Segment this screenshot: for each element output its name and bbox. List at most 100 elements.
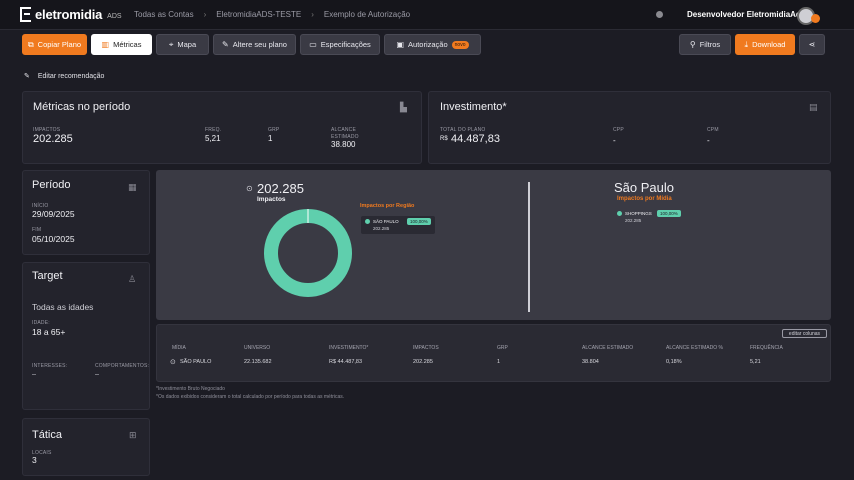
copy-icon: ⧉ (27, 39, 34, 49)
filter-icon: ⚲ (689, 40, 696, 49)
top-bar: eletromidia ADS Todas as Contas › Eletro… (0, 0, 854, 30)
investment-card-title: Investimento* (440, 101, 507, 113)
reach-label: ALCANCE (331, 127, 357, 133)
table-header: IMPACTOS (413, 345, 439, 351)
region-title: Impactos por Região (360, 203, 415, 209)
legend-dot-icon (617, 211, 622, 216)
table-header: INVESTIMENTO* (329, 345, 369, 351)
table-header: ALCANCE ESTIMADO (582, 345, 634, 351)
tactic-card (22, 418, 150, 476)
media-item-label: SHOPPINGS (625, 211, 652, 216)
tab-map-label: Mapa (177, 40, 197, 49)
table-header: ALCANCE ESTIMADO % (666, 345, 723, 351)
authorization-icon: ▣ (396, 40, 405, 49)
share-icon: ⋖ (808, 40, 816, 49)
edit-recommendation-label: Editar recomendação (37, 72, 105, 80)
media-table (156, 324, 831, 382)
table-cell: SÃO PAULO (180, 359, 212, 365)
donut-slice-são-paulo[interactable] (264, 209, 352, 297)
share-button[interactable]: ⋖ (799, 34, 825, 55)
impacts-value: 202.285 (33, 133, 73, 145)
table-cell: 202.285 (413, 359, 433, 365)
tab-specs[interactable]: ▭ Especificações (300, 34, 380, 55)
cpm-label: CPM (707, 127, 719, 133)
download-button[interactable]: ⤓ Download (735, 34, 795, 55)
status-dot-icon (656, 11, 663, 18)
tab-metrics-label: Métricas (113, 40, 142, 49)
edit-columns-button[interactable]: editar colunas (782, 329, 827, 338)
table-header: GRP (497, 345, 508, 351)
target-card-title: Target (32, 270, 63, 282)
logo-text: eletromidia (35, 7, 103, 22)
download-icon: ⤓ (744, 39, 749, 49)
table-cell: 0,18% (666, 359, 682, 365)
tab-edit-plan[interactable]: ✎ Altere seu plano (213, 34, 296, 55)
grp-value: 1 (268, 134, 273, 143)
table-cell: R$ 44.487,83 (329, 359, 363, 365)
avatar-badge-icon (811, 14, 820, 23)
breadcrumb-separator-icon: › (203, 10, 207, 19)
table-header: UNIVERSO (244, 345, 271, 351)
tab-map[interactable]: ⌖ Mapa (156, 34, 209, 55)
filters-button[interactable]: ⚲ Filtros (679, 34, 731, 55)
breadcrumb: Todas as Contas › EletromidiaADS-TESTE ›… (134, 10, 410, 19)
currency-symbol: R$ (440, 136, 448, 142)
user-name[interactable]: Desenvolvedor EletromidiaAds (687, 10, 805, 19)
behaviors-value: -- (95, 372, 99, 378)
freq-value: 5,21 (205, 134, 221, 143)
city-title: São Paulo (614, 180, 674, 195)
interests-value: -- (32, 372, 36, 378)
table-header: FREQUÊNCIA (750, 345, 783, 351)
chart-total-label: Impactos (257, 196, 286, 203)
logo-icon (20, 7, 31, 22)
cpp-value: - (613, 136, 616, 145)
breadcrumb-item[interactable]: Exemplo de Autorização (324, 10, 410, 19)
tactic-card-title: Tática (32, 429, 62, 441)
reach-value: 38.800 (331, 140, 356, 149)
copy-plan-button[interactable]: ⧉ Copiar Plano (22, 34, 87, 55)
tab-metrics[interactable]: ▥ Métricas (91, 34, 152, 55)
breadcrumb-item[interactable]: EletromidiaADS-TESTE (216, 10, 301, 19)
table-header: MÍDIA (172, 345, 186, 351)
cpm-value: - (707, 136, 710, 145)
region-pct-badge: 100,00% (407, 218, 431, 225)
table-cell: 5,21 (750, 359, 761, 365)
edit-recommendation-link[interactable]: ✎ Editar recomendação (24, 72, 105, 81)
footnote: *Investimento Bruto Negociado (156, 386, 225, 392)
legend-dot-icon (365, 219, 370, 224)
download-label: Download (752, 40, 786, 49)
behaviors-label: COMPORTAMENTOS: (95, 363, 150, 369)
table-cell: 38.804 (582, 359, 599, 365)
user-icon: ♙ (128, 274, 137, 284)
edit-icon: ✎ (24, 73, 30, 80)
start-value: 29/09/2025 (32, 209, 75, 219)
footnote: *Os dados exibidos consideram o total ca… (156, 394, 345, 400)
breadcrumb-separator-icon: › (311, 10, 314, 19)
money-icon: ▤ (809, 102, 818, 112)
check-circle-icon: ⊙ (246, 184, 253, 193)
logo[interactable]: eletromidia ADS (20, 7, 122, 22)
table-cell: 22.135.682 (244, 359, 272, 365)
table-cell: 1 (497, 359, 501, 365)
specs-icon: ▭ (309, 40, 317, 49)
chart-divider (528, 182, 530, 312)
breadcrumb-item[interactable]: Todas as Contas (134, 10, 194, 19)
media-title: Impactos por Mídia (617, 196, 672, 202)
map-pin-icon: ⌖ (168, 39, 174, 49)
donut-chart (264, 209, 352, 297)
total-plan-value: 44.487,83 (451, 133, 500, 145)
grid-icon: ⊞ (129, 430, 137, 440)
tab-specs-label: Especificações (320, 40, 371, 49)
check-circle-icon[interactable]: ⊙ (170, 358, 176, 366)
copy-plan-label: Copiar Plano (37, 40, 82, 49)
metrics-card-title: Métricas no período (33, 101, 131, 113)
tab-authorization[interactable]: ▣ Autorização novo (384, 34, 481, 55)
freq-label: FREQ. (205, 127, 222, 133)
bar-chart-icon: ▥ (101, 40, 110, 49)
cpp-label: CPP (613, 127, 624, 133)
region-item-label: SÃO PAULO (373, 219, 399, 224)
new-badge: novo (451, 40, 469, 49)
filters-label: Filtros (699, 40, 721, 49)
age-value: 18 a 65+ (32, 327, 66, 337)
interests-label: INTERESSES: (32, 363, 68, 369)
